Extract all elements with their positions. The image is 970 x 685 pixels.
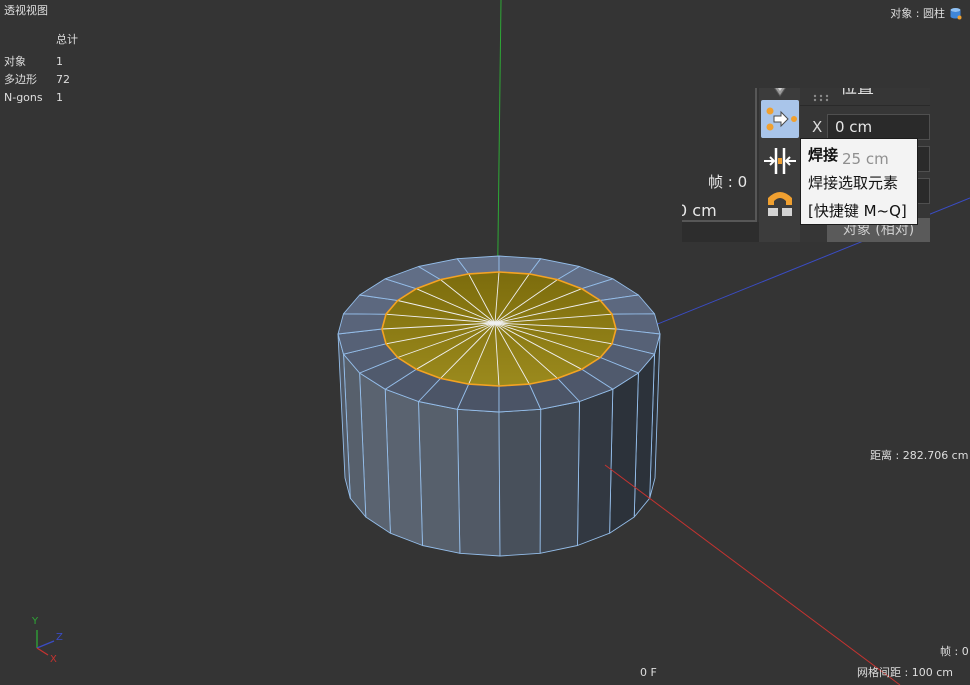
- stitch-tool-button[interactable]: [761, 142, 799, 180]
- grip-dots-icon: [812, 88, 830, 102]
- position-x-label: X: [812, 118, 823, 136]
- stats-value-objects: 1: [56, 55, 63, 68]
- stats-label-polygons: 多边形: [4, 73, 37, 86]
- frame-counter: 0 F: [640, 666, 657, 679]
- position-y-value: 25 cm: [842, 150, 889, 168]
- cylinder-side-face: [456, 408, 501, 557]
- axis-gizmo: [36, 630, 55, 656]
- grid-spacing: 网格间距 : 100 cm: [857, 666, 953, 679]
- cylinder-side-face: [418, 401, 461, 554]
- frame-readout: 帧 : 0: [940, 645, 969, 658]
- cylinder-side-face: [498, 408, 542, 557]
- tooltip-shortcut: [快捷键 M~Q]: [808, 202, 907, 220]
- selected-cap-polygon: [381, 271, 617, 387]
- inset-partial-value: 0 cm: [682, 201, 717, 220]
- stats-header: 总计: [56, 33, 78, 46]
- stats-value-ngons: 1: [56, 91, 63, 104]
- stitch-tool-icon: [764, 148, 796, 174]
- cylinder-side-face: [384, 388, 423, 546]
- bridge-tool-icon: [768, 192, 792, 216]
- cylinder-object-icon: [948, 6, 963, 21]
- section-separator: [800, 105, 930, 106]
- position-section-title: 位置: [840, 88, 874, 98]
- weld-tool-icon: [766, 107, 797, 131]
- weld-tool-button[interactable]: [761, 100, 799, 138]
- cylinder-side-face: [609, 372, 639, 534]
- timeline-panel-footer: [682, 222, 759, 242]
- camera-distance: 距离 : 282.706 cm: [870, 449, 969, 462]
- gizmo-z-line: [36, 640, 55, 649]
- gizmo-x-line: [36, 647, 49, 656]
- gizmo-z-label: Z: [56, 632, 63, 643]
- stats-value-polygons: 72: [56, 73, 70, 86]
- tooltip-title: 焊接: [808, 146, 839, 164]
- active-object-label: 对象 : 圆柱: [890, 7, 945, 20]
- world-x-axis-line: [604, 464, 901, 685]
- stats-label-ngons: N-gons: [4, 91, 43, 104]
- gizmo-x-label: X: [50, 654, 57, 665]
- position-x-field[interactable]: 0 cm: [827, 114, 930, 140]
- attribute-panel-inset: 帧 : 0 0 cm 位置 X 0 cm 25 cm 对象 (相对) 焊接 焊接…: [682, 88, 930, 242]
- stats-label-objects: 对象: [4, 55, 26, 68]
- inset-frame-label: 帧 : 0: [708, 173, 748, 191]
- gizmo-y-label: Y: [32, 616, 39, 627]
- cylinder-side-face: [539, 401, 580, 554]
- mesh-tools-toolbar: [759, 88, 800, 242]
- viewport-title: 透视视图: [4, 4, 48, 17]
- cylinder-mesh[interactable]: [337, 255, 661, 557]
- bridge-tool-button[interactable]: [761, 183, 799, 221]
- world-axes-front: [604, 464, 901, 685]
- tooltip-description: 焊接选取元素: [808, 174, 899, 192]
